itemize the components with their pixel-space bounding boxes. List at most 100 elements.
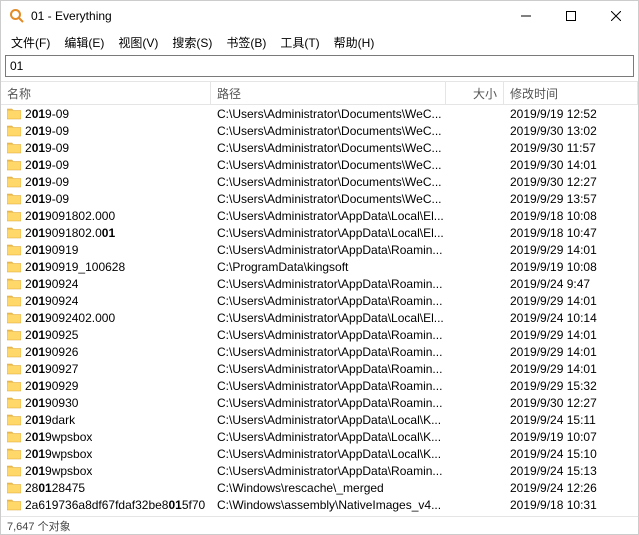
table-row[interactable]: 2019-09C:\Users\Administrator\Documents\… bbox=[1, 122, 638, 139]
table-row[interactable]: 2019-09 C:\Users\Administrator\Documents\… bbox=[1, 190, 638, 207]
table-row[interactable]: 20190926C:\Users\Administrator\AppData\R… bbox=[1, 343, 638, 360]
cell-date: 2019/9/24 15:13 bbox=[504, 462, 638, 479]
cell-path: C:\Users\Administrator\AppData\Roamin... bbox=[211, 360, 446, 377]
cell-name: 2019-09 bbox=[1, 173, 211, 190]
table-row[interactable]: 2019-09C:\Users\Administrator\Documents\… bbox=[1, 173, 638, 190]
table-row[interactable]: 280128475C:\Windows\rescache\_merged2019… bbox=[1, 479, 638, 496]
table-row[interactable]: 20190924C:\Users\Administrator\AppData\R… bbox=[1, 292, 638, 309]
cell-date: 2019/9/29 14:01 bbox=[504, 343, 638, 360]
folder-icon bbox=[7, 108, 21, 120]
cell-name: 2019091802.001 bbox=[1, 224, 211, 241]
menubar: 文件(F) 编辑(E) 视图(V) 搜索(S) 书签(B) 工具(T) 帮助(H… bbox=[1, 31, 638, 53]
cell-name: 2a619736a8df67fdaf32be8015f70f1e bbox=[1, 496, 211, 513]
folder-icon bbox=[7, 431, 21, 443]
cell-date: 2019/9/18 10:47 bbox=[504, 224, 638, 241]
table-row[interactable]: 2019wpsboxC:\Users\Administrator\AppData… bbox=[1, 428, 638, 445]
item-name: 2019092402.000 bbox=[25, 311, 115, 325]
item-name: 2019-09 bbox=[25, 107, 69, 121]
cell-path: C:\Windows\assembly\NativeImages_v4... bbox=[211, 496, 446, 513]
item-name: 20190929 bbox=[25, 379, 78, 393]
table-row[interactable]: 2019-09C:\Users\Administrator\Documents\… bbox=[1, 139, 638, 156]
menu-edit[interactable]: 编辑(E) bbox=[58, 32, 110, 53]
cell-size bbox=[446, 343, 504, 360]
app-icon bbox=[9, 8, 25, 24]
table-row[interactable]: 20190924C:\Users\Administrator\AppData\R… bbox=[1, 275, 638, 292]
cell-date: 2019/9/29 13:57 bbox=[504, 190, 638, 207]
folder-icon bbox=[7, 414, 21, 426]
status-text: 7,647 个对象 bbox=[7, 518, 71, 534]
table-row[interactable]: 2a619736a8df67fdaf32be8015f70f1eC:\Windo… bbox=[1, 496, 638, 513]
cell-size bbox=[446, 190, 504, 207]
table-row[interactable]: 20190919_100628C:\ProgramData\kingsoft20… bbox=[1, 258, 638, 275]
table-row[interactable]: 2019wpsboxC:\Users\Administrator\AppData… bbox=[1, 462, 638, 479]
menu-file[interactable]: 文件(F) bbox=[5, 32, 56, 53]
header-size[interactable]: 大小 bbox=[446, 82, 504, 104]
table-row[interactable]: 2019091802.000 C:\Users\Administrator\App… bbox=[1, 207, 638, 224]
table-row[interactable]: 2019092402.000 C:\Users\Administrator\App… bbox=[1, 309, 638, 326]
table-row[interactable]: 20190927 C:\Users\Administrator\AppData\R… bbox=[1, 360, 638, 377]
menu-help[interactable]: 帮助(H) bbox=[328, 32, 381, 53]
cell-path: C:\ProgramData\kingsoft bbox=[211, 258, 446, 275]
table-row[interactable]: 20190925C:\Users\Administrator\AppData\R… bbox=[1, 326, 638, 343]
close-button[interactable] bbox=[593, 1, 638, 31]
cell-size bbox=[446, 156, 504, 173]
cell-path: C:\Users\Administrator\Documents\WeC... bbox=[211, 105, 446, 122]
table-row[interactable]: 2019-09 C:\Users\Administrator\Documents\… bbox=[1, 105, 638, 122]
header-name[interactable]: 名称 bbox=[1, 82, 211, 104]
cell-size bbox=[446, 105, 504, 122]
item-name: 2019-09 bbox=[25, 192, 69, 206]
cell-size bbox=[446, 173, 504, 190]
cell-name: 20190929 bbox=[1, 377, 211, 394]
cell-path: C:\Users\Administrator\AppData\Local\K..… bbox=[211, 428, 446, 445]
cell-date: 2019/9/24 9:47 bbox=[504, 275, 638, 292]
cell-path: C:\Users\Administrator\AppData\Local\El.… bbox=[211, 207, 446, 224]
cell-date: 2019/9/30 12:27 bbox=[504, 173, 638, 190]
cell-path: C:\Users\Administrator\Documents\WeC... bbox=[211, 173, 446, 190]
cell-size bbox=[446, 224, 504, 241]
cell-name: 20190924 bbox=[1, 292, 211, 309]
folder-icon bbox=[7, 397, 21, 409]
menu-tools[interactable]: 工具(T) bbox=[274, 32, 325, 53]
cell-size bbox=[446, 207, 504, 224]
folder-icon bbox=[7, 363, 21, 375]
cell-size bbox=[446, 496, 504, 513]
cell-name: 20190926 bbox=[1, 343, 211, 360]
cell-path: C:\Users\Administrator\Documents\WeC... bbox=[211, 156, 446, 173]
cell-name: 2019wpsbox bbox=[1, 428, 211, 445]
minimize-button[interactable] bbox=[503, 1, 548, 31]
titlebar: 01 - Everything bbox=[1, 1, 638, 31]
cell-path: C:\Users\Administrator\AppData\Local\El.… bbox=[211, 309, 446, 326]
menu-search[interactable]: 搜索(S) bbox=[166, 32, 218, 53]
cell-path: C:\Windows\rescache\_merged bbox=[211, 479, 446, 496]
cell-size bbox=[446, 411, 504, 428]
table-row[interactable]: 2019darkC:\Users\Administrator\AppData\L… bbox=[1, 411, 638, 428]
cell-size bbox=[446, 360, 504, 377]
maximize-button[interactable] bbox=[548, 1, 593, 31]
table-row[interactable]: 2019-09C:\Users\Administrator\Documents\… bbox=[1, 156, 638, 173]
search-input[interactable] bbox=[5, 55, 634, 77]
table-row[interactable]: 2019wpsboxC:\Users\Administrator\AppData… bbox=[1, 445, 638, 462]
table-row[interactable]: 20190930C:\Users\Administrator\AppData\R… bbox=[1, 394, 638, 411]
header-path[interactable]: 路径 bbox=[211, 82, 446, 104]
folder-icon bbox=[7, 346, 21, 358]
cell-path: C:\Users\Administrator\Documents\WeC... bbox=[211, 190, 446, 207]
folder-icon bbox=[7, 278, 21, 290]
item-name: 20190930 bbox=[25, 396, 78, 410]
folder-icon bbox=[7, 159, 21, 171]
cell-name: 20190919 bbox=[1, 241, 211, 258]
cell-name: 2019wpsbox bbox=[1, 462, 211, 479]
table-row[interactable]: 20190919C:\Users\Administrator\AppData\R… bbox=[1, 241, 638, 258]
menu-view[interactable]: 视图(V) bbox=[112, 32, 164, 53]
cell-name: 20190925 bbox=[1, 326, 211, 343]
window-title: 01 - Everything bbox=[31, 9, 503, 23]
table-row[interactable]: 2019091802.001C:\Users\Administrator\App… bbox=[1, 224, 638, 241]
table-row[interactable]: 20190929C:\Users\Administrator\AppData\R… bbox=[1, 377, 638, 394]
cell-date: 2019/9/18 10:08 bbox=[504, 207, 638, 224]
folder-icon bbox=[7, 227, 21, 239]
item-name: 20190927 bbox=[25, 362, 78, 376]
results-list[interactable]: 2019-09C:\Users\Administrator\Documents\… bbox=[1, 105, 638, 516]
header-date[interactable]: 修改时间 bbox=[504, 82, 638, 104]
cell-date: 2019/9/30 13:02 bbox=[504, 122, 638, 139]
item-name: 2019091802.000 bbox=[25, 209, 115, 223]
menu-bookmarks[interactable]: 书签(B) bbox=[220, 32, 272, 53]
